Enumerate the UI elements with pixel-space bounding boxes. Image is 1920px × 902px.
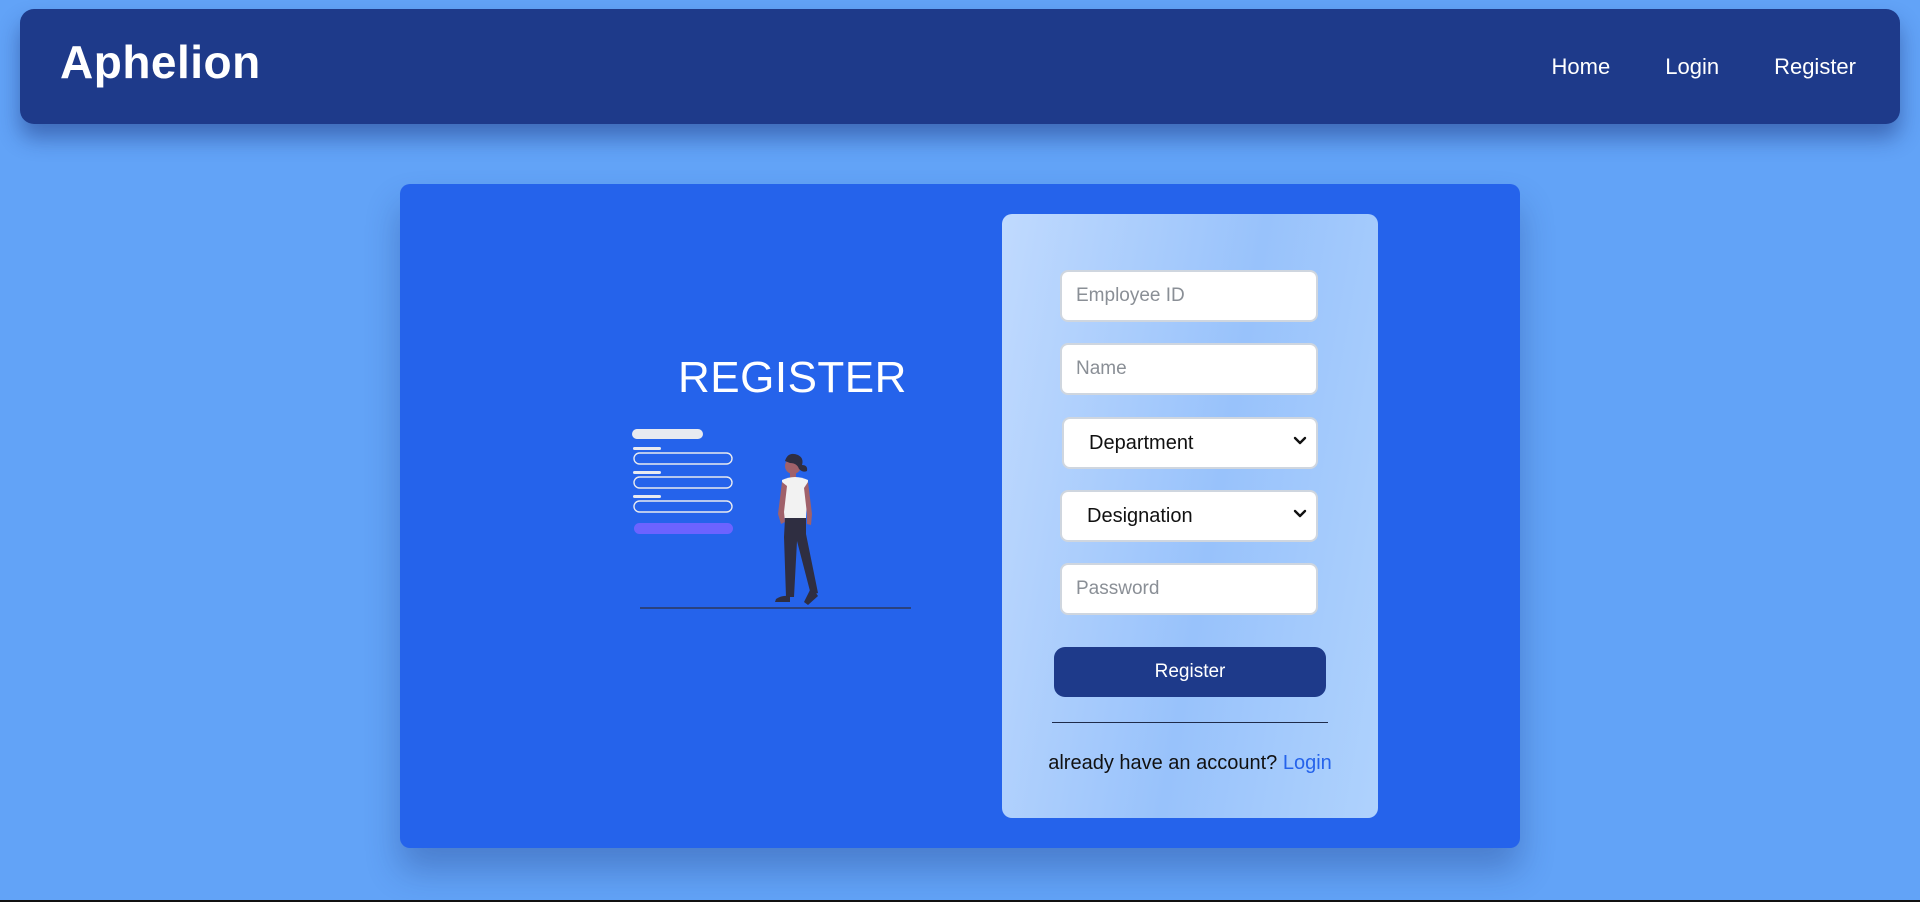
divider: [1052, 722, 1328, 723]
name-input[interactable]: [1060, 343, 1318, 395]
nav-link-home[interactable]: Home: [1552, 54, 1611, 80]
login-prompt-text: already have an account?: [1048, 752, 1283, 774]
chevron-down-icon: [1293, 436, 1307, 445]
designation-select-value: Designation: [1087, 505, 1193, 527]
login-prompt: already have an account? Login: [1002, 752, 1378, 775]
register-form-illustration: [632, 429, 911, 609]
department-select-value: Department: [1089, 432, 1194, 454]
register-button[interactable]: Register: [1054, 647, 1326, 697]
nav-links: Home Login Register: [1552, 9, 1856, 124]
register-card: REGISTER Department D: [400, 184, 1520, 848]
password-input[interactable]: [1060, 563, 1318, 615]
nav-link-register[interactable]: Register: [1774, 54, 1856, 80]
chevron-down-icon: [1293, 509, 1307, 518]
department-select[interactable]: Department: [1062, 417, 1318, 469]
nav-link-login[interactable]: Login: [1665, 54, 1719, 80]
navbar: Aphelion Home Login Register: [20, 9, 1900, 124]
designation-select[interactable]: Designation: [1060, 490, 1318, 542]
brand-logo[interactable]: Aphelion: [60, 39, 261, 85]
login-link[interactable]: Login: [1283, 752, 1332, 774]
register-form: Department Designation Register already …: [1002, 214, 1378, 818]
employee-id-input[interactable]: [1060, 270, 1318, 322]
register-heading: REGISTER: [678, 353, 907, 402]
